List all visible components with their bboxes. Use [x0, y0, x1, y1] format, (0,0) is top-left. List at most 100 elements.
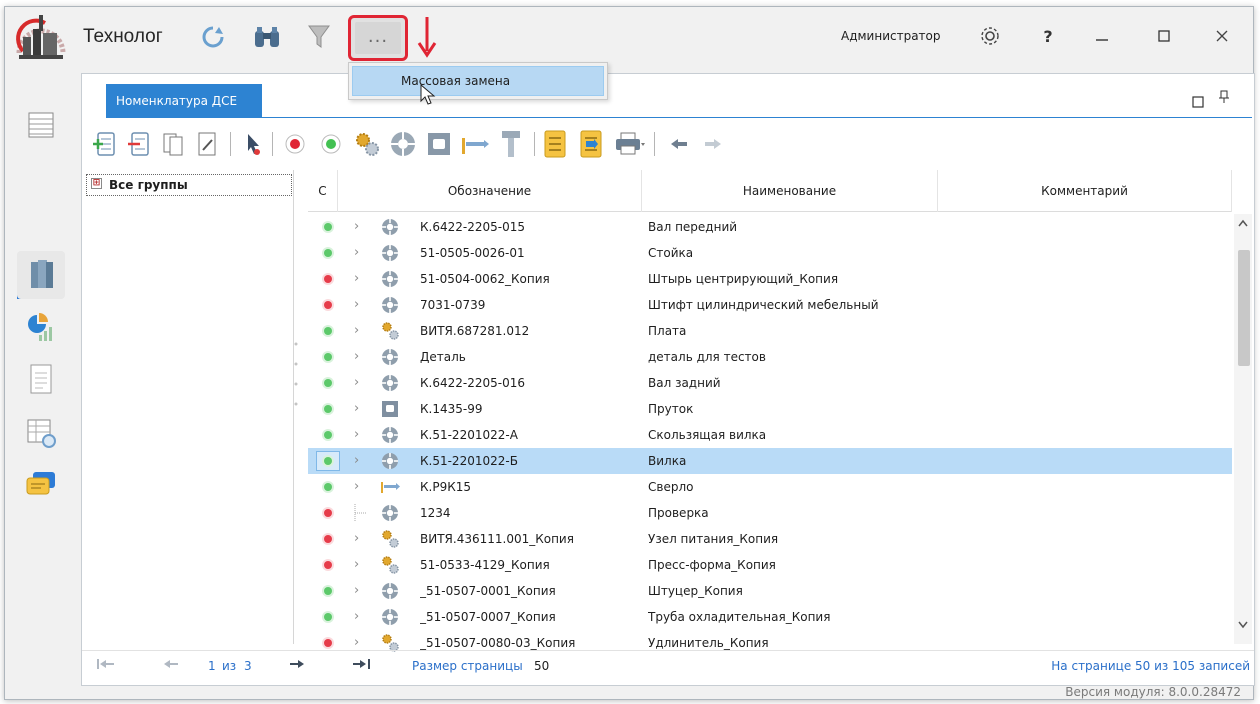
expand-chevron-icon[interactable]: ›	[354, 578, 359, 604]
delete-item-icon[interactable]	[122, 126, 156, 162]
nomenclature-grid: С Обозначение Наименование Комментарий ›…	[308, 170, 1232, 652]
refresh-icon[interactable]	[195, 19, 231, 55]
expand-chevron-icon[interactable]: ›	[354, 474, 359, 500]
expand-chevron-icon[interactable]: ›	[354, 422, 359, 448]
panel-maximize-icon[interactable]	[1190, 94, 1206, 110]
table-row[interactable]: 1234 Проверка	[308, 500, 1232, 526]
arrow-left-icon[interactable]	[662, 126, 696, 162]
table-row[interactable]: › К.1435-99 Пруток	[308, 396, 1232, 422]
expand-chevron-icon[interactable]: ›	[354, 448, 359, 474]
standard-product-icon[interactable]	[494, 126, 528, 162]
tree-root-all-groups[interactable]: Все группы	[86, 174, 292, 196]
scroll-up-icon[interactable]	[1238, 216, 1248, 230]
vertical-scrollbar[interactable]	[1234, 214, 1252, 644]
print-icon[interactable]	[612, 126, 646, 162]
drill-tool-icon[interactable]	[458, 126, 492, 162]
assembly-gears-icon[interactable]	[350, 126, 384, 162]
status-green-icon	[324, 613, 332, 621]
part-type-icon	[380, 607, 400, 627]
red-status-icon[interactable]	[278, 126, 312, 162]
expand-chevron-icon[interactable]: ›	[354, 396, 359, 422]
table-row-selected[interactable]: › К.51-2201022-Б Вилка	[308, 448, 1232, 474]
nomenclature-books-icon[interactable]	[17, 251, 65, 299]
status-green-icon	[324, 353, 332, 361]
help-button[interactable]: ?	[1033, 21, 1063, 51]
cell-designation: К.1435-99	[420, 402, 483, 416]
table-row[interactable]: › Деталь деталь для тестов	[308, 344, 1232, 370]
table-row[interactable]: › 51-0533-4129_Копия Пресс-форма_Копия	[308, 552, 1232, 578]
green-status-icon[interactable]	[314, 126, 348, 162]
page-size-value[interactable]: 50	[534, 659, 549, 673]
material-icon[interactable]	[422, 126, 456, 162]
table-list-icon[interactable]	[17, 101, 65, 149]
filter-icon[interactable]	[301, 19, 337, 55]
expand-chevron-icon[interactable]: ›	[354, 318, 359, 344]
table-row[interactable]: › К.6422-2205-016 Вал задний	[308, 370, 1232, 396]
table-row[interactable]: › 51-0504-0062_Копия Штырь центрирующий_Ко…	[308, 266, 1232, 292]
status-green-icon	[324, 457, 332, 465]
arrow-right-icon[interactable]	[696, 126, 730, 162]
scrollbar-thumb[interactable]	[1238, 250, 1250, 366]
expand-chevron-icon[interactable]: ›	[354, 214, 359, 240]
copy-icon[interactable]	[156, 126, 190, 162]
pointer-select-icon[interactable]	[236, 126, 270, 162]
binoculars-icon[interactable]	[249, 19, 285, 55]
expand-chevron-icon[interactable]: ›	[354, 292, 359, 318]
table-row[interactable]: › К.6422-2205-015 Вал передний	[308, 214, 1232, 240]
column-header-status[interactable]: С	[308, 170, 338, 212]
close-icon[interactable]	[1207, 21, 1237, 51]
last-page-icon[interactable]	[352, 657, 372, 675]
tree-expand-icon[interactable]: ⊞	[91, 178, 102, 189]
column-header-designation[interactable]: Обозначение	[338, 170, 642, 212]
table-row[interactable]: › К.Р9К15 Сверло	[308, 474, 1232, 500]
table-settings-icon[interactable]	[17, 409, 65, 457]
status-bar: Версия модуля: 8.0.0.28472	[5, 685, 1253, 701]
scroll-down-icon[interactable]	[1238, 618, 1248, 632]
edit-document-icon[interactable]	[190, 126, 224, 162]
settings-gear-icon[interactable]	[975, 21, 1005, 51]
column-header-comment[interactable]: Комментарий	[938, 170, 1232, 212]
table-row[interactable]: › 51-0505-0026-01 Стойка	[308, 240, 1232, 266]
panel-pin-icon[interactable]	[1218, 90, 1230, 108]
row-resize-grip[interactable]	[292, 334, 300, 414]
folder-list-icon[interactable]	[538, 126, 572, 162]
expand-chevron-icon[interactable]: ›	[354, 604, 359, 630]
expand-chevron-icon[interactable]: ›	[354, 526, 359, 552]
table-row[interactable]: › ВИТЯ.436111.001_Копия Узел питания_Копия	[308, 526, 1232, 552]
add-item-icon[interactable]	[88, 126, 122, 162]
folder-move-icon[interactable]	[574, 126, 608, 162]
expand-chevron-icon[interactable]: ›	[354, 344, 359, 370]
expand-chevron-icon[interactable]: ›	[354, 552, 359, 578]
minimize-icon[interactable]	[1087, 21, 1117, 51]
table-row[interactable]: › 7031-0739 Штифт цилиндрический мебельный	[308, 292, 1232, 318]
tab-nomenclature[interactable]: Номенклатура ДСЕ	[106, 84, 262, 118]
table-row[interactable]: › ВИТЯ.687281.012 Плата	[308, 318, 1232, 344]
expand-chevron-icon[interactable]: ›	[354, 370, 359, 396]
cell-comment	[944, 552, 1228, 578]
table-row[interactable]: › _51-0507-0001_Копия Штуцер_Копия	[308, 578, 1232, 604]
more-actions-button[interactable]: ...	[348, 15, 408, 61]
expand-chevron-icon[interactable]: ›	[354, 240, 359, 266]
toolbar-separator	[534, 132, 535, 156]
cell-name: деталь для тестов	[648, 350, 766, 364]
column-header-name[interactable]: Наименование	[642, 170, 938, 212]
next-page-icon[interactable]	[288, 657, 306, 675]
maximize-icon[interactable]	[1149, 21, 1179, 51]
app-title: Технолог	[83, 26, 163, 47]
current-page[interactable]: 1	[208, 659, 216, 673]
prev-page-icon[interactable]	[162, 657, 180, 675]
expand-chevron-icon[interactable]: ›	[354, 266, 359, 292]
analytics-chart-icon[interactable]	[17, 303, 65, 351]
cell-designation: К.51-2201022-А	[420, 428, 518, 442]
chat-messages-icon[interactable]	[17, 461, 65, 509]
current-user[interactable]: Администратор	[841, 29, 941, 43]
cell-designation: 7031-0739	[420, 298, 486, 312]
part-icon[interactable]	[386, 126, 420, 162]
red-arrow-annotation-icon	[415, 15, 439, 64]
mouse-cursor-icon	[420, 83, 436, 109]
table-row[interactable]: › К.51-2201022-А Скользящая вилка	[308, 422, 1232, 448]
menu-item-mass-replace[interactable]: Массовая замена	[352, 66, 604, 96]
document-icon[interactable]	[17, 355, 65, 403]
first-page-icon[interactable]	[96, 657, 116, 675]
table-row[interactable]: › _51-0507-0007_Копия Труба охладительная_…	[308, 604, 1232, 630]
